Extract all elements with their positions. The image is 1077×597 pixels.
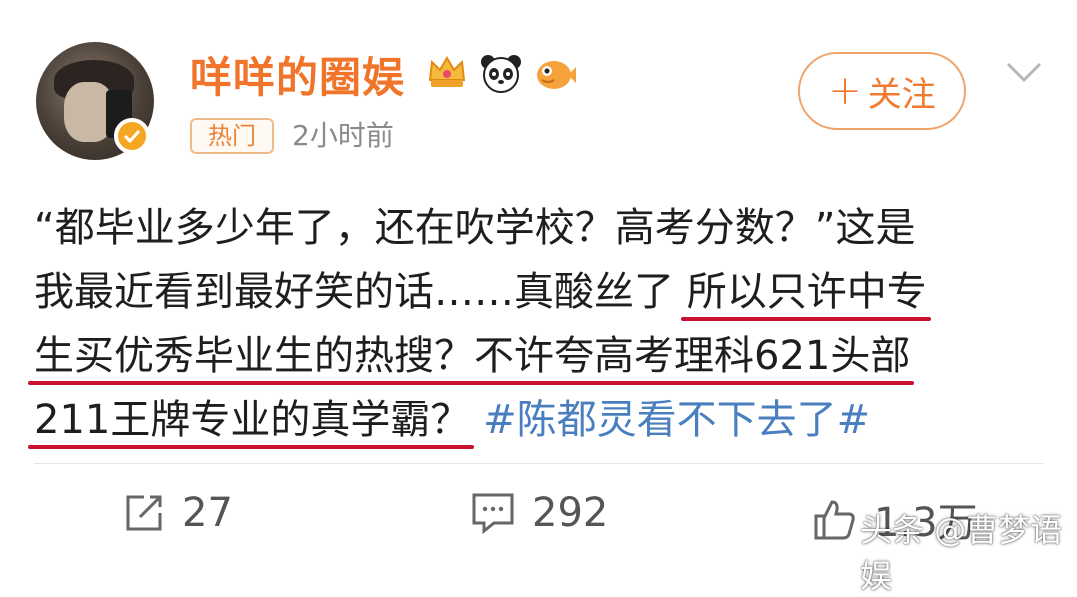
comment-icon — [472, 493, 514, 535]
post-line-1: “都毕业多少年了，还在吹学校？高考分数？”这是 — [34, 205, 916, 251]
plus-icon: + — [828, 68, 862, 114]
chevron-down-icon[interactable] — [1004, 58, 1044, 86]
post-line-4: 211王牌专业的真学霸？ #陈都灵看不下去了# — [34, 388, 1034, 452]
follow-label: 关注 — [867, 74, 936, 115]
verified-badge-icon — [114, 118, 150, 154]
comment-button[interactable]: 292 — [470, 490, 608, 536]
watermark: 头条 @曹梦语娱 — [860, 511, 1063, 595]
post-line-2: 我最近看到最好笑的话……真酸丝了 所以只许中专 — [34, 260, 1034, 324]
post-text: 我最近看到最好笑的话……真酸丝了 — [34, 269, 687, 315]
fish-icon — [537, 61, 576, 89]
highlighted-text: 211王牌专业的真学霸？ — [34, 397, 471, 443]
thumbs-up-icon — [814, 500, 855, 540]
follow-button[interactable]: + 关注 — [798, 52, 966, 130]
post-content: “都毕业多少年了，还在吹学校？高考分数？”这是 我最近看到最好笑的话……真酸丝了… — [34, 196, 1034, 452]
repost-icon — [126, 495, 162, 531]
hashtag-link[interactable]: #陈都灵看不下去了# — [483, 397, 870, 443]
hot-tag: 热门 — [190, 118, 274, 154]
panda-icon — [481, 55, 521, 93]
highlighted-text: 生买优秀毕业生的热搜？不许夸高考理科621头部 — [34, 333, 911, 379]
repost-count: 27 — [182, 490, 233, 536]
user-badges — [424, 50, 578, 96]
comment-count: 292 — [532, 490, 609, 536]
post-line-3: 生买优秀毕业生的热搜？不许夸高考理科621头部 — [34, 324, 1034, 388]
divider — [34, 463, 1044, 464]
author-name[interactable]: 咩咩的圈娱 — [190, 44, 405, 105]
crown-icon — [428, 56, 466, 87]
repost-button[interactable]: 27 — [122, 490, 233, 536]
highlighted-text: 所以只许中专 — [686, 269, 927, 315]
post-time: 2小时前 — [292, 119, 394, 152]
